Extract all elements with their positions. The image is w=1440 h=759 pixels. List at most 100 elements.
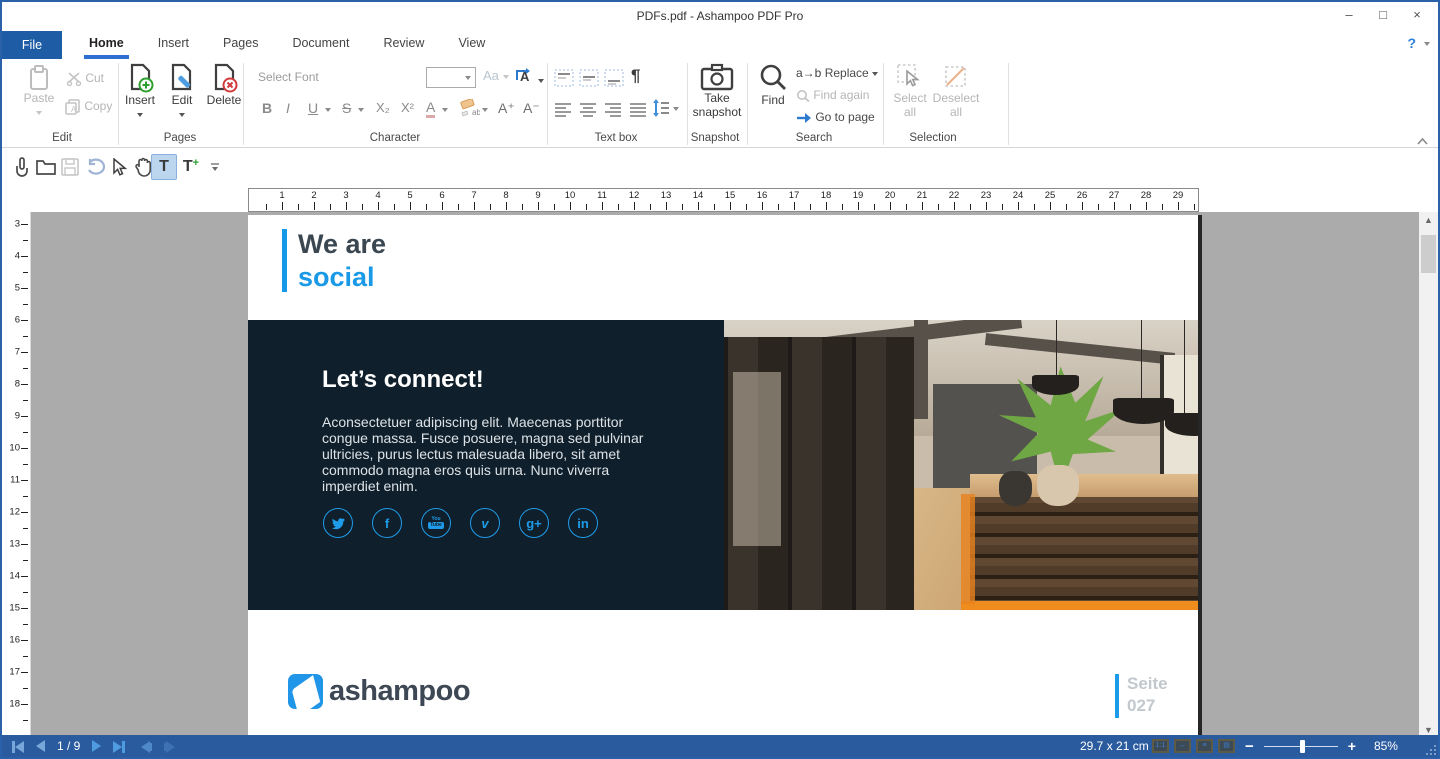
brand-logo[interactable]: ashampoo bbox=[288, 674, 470, 709]
hero-title[interactable]: Let’s connect! bbox=[322, 366, 484, 394]
help-caret-icon[interactable] bbox=[1424, 42, 1430, 46]
help-icon[interactable]: ? bbox=[1407, 35, 1416, 51]
align-left-button[interactable] bbox=[555, 101, 571, 119]
cut-button[interactable]: Cut bbox=[66, 71, 104, 86]
page-heading[interactable]: We are social bbox=[298, 228, 386, 294]
edit-page-button[interactable]: Edit bbox=[162, 63, 202, 121]
open-file-button[interactable] bbox=[33, 154, 59, 180]
history-back-button[interactable] bbox=[141, 739, 152, 753]
underline-caret-icon[interactable] bbox=[325, 108, 331, 112]
line-spacing-button[interactable] bbox=[652, 99, 670, 117]
underline-button[interactable]: U bbox=[308, 100, 318, 116]
close-button[interactable]: × bbox=[1400, 2, 1434, 28]
highlight-button[interactable]: ab bbox=[460, 99, 480, 117]
valign-top-button[interactable] bbox=[554, 69, 574, 87]
find-again-button[interactable]: Find again bbox=[796, 88, 869, 102]
subscript-button[interactable]: X₂ bbox=[376, 100, 390, 115]
delete-page-button[interactable]: Delete bbox=[203, 63, 245, 107]
shrink-font-button[interactable]: A⁻ bbox=[523, 100, 540, 117]
replace-button[interactable]: a→b Replace bbox=[796, 66, 878, 80]
view-two-page-button[interactable]: ▤ bbox=[1218, 739, 1235, 753]
twitter-icon[interactable] bbox=[323, 508, 353, 538]
ruler-tick bbox=[1034, 204, 1035, 210]
grow-font-button[interactable]: A⁺ bbox=[498, 100, 515, 117]
strikethrough-caret-icon[interactable] bbox=[358, 108, 364, 112]
pdf-page[interactable]: We are social Let’s connect! Aconsectetu… bbox=[248, 215, 1198, 739]
tab-review[interactable]: Review bbox=[366, 30, 441, 59]
next-page-button[interactable] bbox=[92, 740, 101, 752]
tab-home[interactable]: Home bbox=[72, 30, 141, 59]
youtube-icon[interactable]: You Tube bbox=[421, 508, 451, 538]
view-actual-size-button[interactable]: 1:1 bbox=[1152, 739, 1169, 753]
toolbar-overflow-button[interactable] bbox=[202, 154, 228, 180]
find-button[interactable]: Find bbox=[754, 63, 792, 107]
history-forward-button[interactable] bbox=[164, 739, 175, 753]
maximize-button[interactable]: □ bbox=[1366, 2, 1400, 28]
tab-file[interactable]: File bbox=[2, 31, 62, 59]
strikethrough-button[interactable]: S bbox=[342, 100, 351, 116]
highlight-caret-icon[interactable] bbox=[482, 108, 488, 112]
zoom-out-button[interactable]: − bbox=[1245, 738, 1254, 755]
previous-page-button[interactable] bbox=[36, 740, 45, 752]
vertical-scrollbar[interactable]: ▲ ▼ bbox=[1419, 212, 1438, 739]
view-fit-page-button[interactable]: ≡ bbox=[1196, 739, 1213, 753]
align-center-button[interactable] bbox=[580, 101, 596, 119]
take-snapshot-button[interactable]: Take snapshot bbox=[692, 63, 742, 119]
font-size-combo[interactable] bbox=[426, 67, 476, 88]
ruler-number: 18 bbox=[821, 190, 832, 201]
resize-grip[interactable] bbox=[1424, 743, 1436, 755]
font-color-caret-icon[interactable] bbox=[442, 108, 448, 112]
tab-document[interactable]: Document bbox=[275, 30, 366, 59]
tab-insert[interactable]: Insert bbox=[141, 30, 206, 59]
font-color-button[interactable]: A bbox=[426, 100, 435, 118]
italic-button[interactable]: I bbox=[286, 100, 290, 116]
text-direction-button[interactable]: A bbox=[514, 66, 544, 87]
ruler-tick bbox=[1002, 204, 1003, 210]
tab-pages[interactable]: Pages bbox=[206, 30, 275, 59]
insert-page-button[interactable]: Insert bbox=[120, 63, 160, 121]
zoom-slider-handle[interactable] bbox=[1300, 740, 1305, 753]
document-canvas[interactable]: 3456789101112131415161718 We are social … bbox=[2, 212, 1438, 739]
touch-mode-button[interactable] bbox=[8, 154, 34, 180]
page-number-block[interactable]: Seite 027 bbox=[1127, 673, 1168, 717]
undo-button[interactable] bbox=[82, 154, 108, 180]
valign-bottom-button[interactable] bbox=[604, 69, 624, 87]
select-text-button[interactable]: T bbox=[151, 154, 177, 180]
zoom-slider[interactable] bbox=[1264, 746, 1338, 747]
office-photo[interactable] bbox=[724, 320, 1198, 610]
scroll-up-icon[interactable]: ▲ bbox=[1419, 212, 1438, 229]
go-to-page-button[interactable]: Go to page bbox=[796, 110, 875, 124]
collapse-ribbon-button[interactable] bbox=[1417, 138, 1428, 145]
ribbon-tab-row: File Home Insert Pages Document Review V… bbox=[2, 30, 1438, 59]
change-case-button[interactable]: Aa bbox=[483, 68, 509, 83]
select-all-button[interactable]: Select all bbox=[888, 63, 932, 119]
last-page-button[interactable] bbox=[113, 739, 125, 753]
align-right-button[interactable] bbox=[605, 101, 621, 119]
paste-button[interactable]: Paste bbox=[16, 63, 62, 119]
minimize-button[interactable]: – bbox=[1332, 2, 1366, 28]
ruler-tick bbox=[23, 464, 28, 465]
select-tool-button[interactable] bbox=[106, 154, 132, 180]
google-plus-icon[interactable]: g+ bbox=[519, 508, 549, 538]
save-button[interactable] bbox=[57, 154, 83, 180]
vimeo-icon[interactable]: v bbox=[470, 508, 500, 538]
hero-paragraph[interactable]: Aconsectetuer adipiscing elit. Maecenas … bbox=[322, 414, 664, 494]
first-page-button[interactable] bbox=[12, 739, 24, 753]
align-justify-button[interactable] bbox=[630, 101, 646, 119]
add-text-button[interactable]: T + bbox=[178, 154, 204, 180]
copy-button[interactable]: A Copy bbox=[64, 99, 112, 115]
zoom-in-button[interactable]: + bbox=[1348, 738, 1356, 754]
ruler-tick bbox=[23, 592, 28, 593]
deselect-all-button[interactable]: Deselect all bbox=[932, 63, 980, 119]
line-spacing-caret-icon[interactable] bbox=[673, 107, 679, 111]
view-fit-width-button[interactable]: ↔ bbox=[1174, 739, 1191, 753]
linkedin-icon[interactable]: in bbox=[568, 508, 598, 538]
superscript-button[interactable]: X² bbox=[401, 100, 414, 115]
ruler-number: 14 bbox=[9, 571, 20, 582]
tab-view[interactable]: View bbox=[441, 30, 502, 59]
scrollbar-thumb[interactable] bbox=[1421, 235, 1436, 273]
pilcrow-button[interactable]: ¶ bbox=[631, 66, 640, 86]
bold-button[interactable]: B bbox=[262, 100, 272, 116]
facebook-icon[interactable]: f bbox=[372, 508, 402, 538]
valign-middle-button[interactable] bbox=[579, 69, 599, 87]
